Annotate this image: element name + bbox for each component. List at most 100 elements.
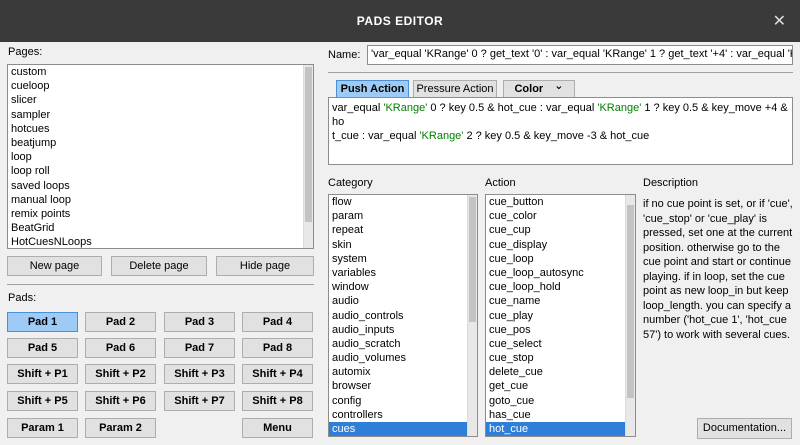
page-list-item[interactable]: loop bbox=[8, 150, 303, 164]
description-line: playing. if in loop, set the cue bbox=[643, 270, 785, 283]
page-list-item[interactable]: loop roll bbox=[8, 164, 303, 178]
pad-button[interactable]: Shift + P4 bbox=[242, 364, 313, 384]
page-list-item[interactable]: sampler bbox=[8, 108, 303, 122]
divider bbox=[7, 284, 314, 285]
page-list-item[interactable]: saved loops bbox=[8, 179, 303, 193]
pad-button[interactable]: Pad 5 bbox=[7, 338, 78, 358]
category-scroll-thumb[interactable] bbox=[469, 197, 476, 322]
category-list-item[interactable]: controllers bbox=[329, 408, 467, 422]
page-list-item[interactable]: slicer bbox=[8, 93, 303, 107]
category-list-item[interactable]: variables bbox=[329, 266, 467, 280]
action-list-item[interactable]: cue_display bbox=[486, 238, 625, 252]
category-list-item[interactable]: flow bbox=[329, 195, 467, 209]
action-list-item[interactable]: cue_pos bbox=[486, 323, 625, 337]
page-list-item[interactable]: manual loop bbox=[8, 193, 303, 207]
category-list-item[interactable]: window bbox=[329, 280, 467, 294]
documentation-button[interactable]: Documentation... bbox=[697, 418, 792, 439]
description-line: position. otherwise go to the bbox=[643, 241, 780, 254]
action-list-item[interactable]: cue_loop bbox=[486, 252, 625, 266]
action-scrollbar[interactable] bbox=[625, 195, 635, 436]
pad-button[interactable]: Shift + P8 bbox=[242, 391, 313, 411]
category-scrollbar[interactable] bbox=[467, 195, 477, 436]
delete-page-button[interactable]: Delete page bbox=[111, 256, 207, 276]
param-button[interactable]: Param 1 bbox=[7, 418, 78, 438]
page-list-item[interactable]: hotcues bbox=[8, 122, 303, 136]
title-bar: PADS EDITOR ✕ bbox=[0, 0, 800, 42]
description-line: loop_length. you can specify a bbox=[643, 299, 791, 312]
pad-button[interactable]: Shift + P6 bbox=[85, 391, 156, 411]
description-line: if no cue point is set, or if 'cue', bbox=[643, 198, 793, 210]
action-list-item[interactable]: cue_select bbox=[486, 337, 625, 351]
category-list-item[interactable]: audio_inputs bbox=[329, 323, 467, 337]
pad-button[interactable]: Pad 3 bbox=[164, 312, 235, 332]
category-list-item[interactable]: skin bbox=[329, 238, 467, 252]
description-line: pressed, set one at the current bbox=[643, 227, 793, 239]
action-list-item[interactable]: cue_name bbox=[486, 294, 625, 308]
category-list-item[interactable]: cues bbox=[329, 422, 467, 436]
action-list-item[interactable]: cue_color bbox=[486, 209, 625, 223]
script-line-2: t_cue : var_equal 'KRange' 2 ? key 0.5 &… bbox=[332, 130, 650, 142]
action-list-item[interactable]: cue_loop_hold bbox=[486, 280, 625, 294]
color-dropdown-label: Color bbox=[514, 83, 544, 95]
pad-button[interactable]: Pad 1 bbox=[7, 312, 78, 332]
category-label: Category bbox=[328, 177, 373, 189]
action-list-item[interactable]: cue_loop_autosync bbox=[486, 266, 625, 280]
description-text: if no cue point is set, or if 'cue', 'cue… bbox=[643, 197, 795, 342]
pad-button[interactable]: Shift + P3 bbox=[164, 364, 235, 384]
category-list-item[interactable]: browser bbox=[329, 379, 467, 393]
pad-button[interactable]: Pad 6 bbox=[85, 338, 156, 358]
pad-button[interactable]: Pad 8 bbox=[242, 338, 313, 358]
page-list-item[interactable]: remix points bbox=[8, 207, 303, 221]
hide-page-button[interactable]: Hide page bbox=[216, 256, 314, 276]
pad-button[interactable]: Shift + P2 bbox=[85, 364, 156, 384]
action-list-item[interactable]: cue_play bbox=[486, 309, 625, 323]
pad-button[interactable]: Pad 4 bbox=[242, 312, 313, 332]
action-list-item[interactable]: cue_cup bbox=[486, 223, 625, 237]
name-field[interactable]: 'var_equal 'KRange' 0 ? get_text '0' : v… bbox=[367, 45, 793, 65]
category-list-item[interactable]: audio_controls bbox=[329, 309, 467, 323]
close-icon[interactable]: ✕ bbox=[773, 11, 786, 31]
action-list-item[interactable]: hot_cue bbox=[486, 422, 625, 436]
description-line: 57') to work with several cues. bbox=[643, 328, 790, 341]
pages-scrollbar[interactable] bbox=[303, 65, 313, 248]
pad-button[interactable]: Shift + P5 bbox=[7, 391, 78, 411]
param-button[interactable]: Param 2 bbox=[85, 418, 156, 438]
pad-button[interactable]: Shift + P7 bbox=[164, 391, 235, 411]
page-list-item[interactable]: BeatGrid bbox=[8, 221, 303, 235]
action-scroll-thumb[interactable] bbox=[627, 205, 634, 398]
new-page-button[interactable]: New page bbox=[7, 256, 102, 276]
pad-button[interactable]: Pad 2 bbox=[85, 312, 156, 332]
page-list-item[interactable]: beatjump bbox=[8, 136, 303, 150]
menu-button[interactable]: Menu bbox=[242, 418, 313, 438]
page-list-item[interactable]: cueloop bbox=[8, 79, 303, 93]
description-line: number ('hot_cue 1', 'hot_cue bbox=[643, 314, 787, 326]
pages-scroll-thumb[interactable] bbox=[305, 67, 312, 222]
category-list-item[interactable]: param bbox=[329, 209, 467, 223]
window-title: PADS EDITOR bbox=[356, 14, 444, 28]
chevron-down-icon: ⌄ bbox=[554, 80, 564, 92]
action-list-item[interactable]: delete_cue bbox=[486, 365, 625, 379]
action-list-item[interactable]: cue_button bbox=[486, 195, 625, 209]
action-list-item[interactable]: cue_stop bbox=[486, 351, 625, 365]
pad-button[interactable]: Pad 7 bbox=[164, 338, 235, 358]
category-list-item[interactable]: audio_scratch bbox=[329, 337, 467, 351]
script-line-1: var_equal 'KRange' 0 ? key 0.5 & hot_cue… bbox=[332, 102, 788, 128]
pad-button[interactable]: Shift + P1 bbox=[7, 364, 78, 384]
page-list-item[interactable]: HotCuesNLoops bbox=[8, 235, 303, 248]
action-list-item[interactable]: get_cue bbox=[486, 379, 625, 393]
category-list-item[interactable]: audio bbox=[329, 294, 467, 308]
action-list-item[interactable]: has_cue bbox=[486, 408, 625, 422]
pages-list[interactable]: custom cueloop slicer sampler hotcues beatjum… bbox=[7, 64, 314, 249]
category-list-item[interactable]: automix bbox=[329, 365, 467, 379]
category-list-item[interactable]: system bbox=[329, 252, 467, 266]
page-list-item[interactable]: custom bbox=[8, 65, 303, 79]
action-script-editor[interactable]: var_equal 'KRange' 0 ? key 0.5 & hot_cue… bbox=[328, 97, 793, 165]
category-list-item[interactable]: audio_volumes bbox=[329, 351, 467, 365]
category-list-item[interactable]: config bbox=[329, 394, 467, 408]
action-list[interactable]: cue_button cue_color cue_cup cue_display cue… bbox=[485, 194, 636, 437]
category-list-item[interactable]: repeat bbox=[329, 223, 467, 237]
name-label: Name: bbox=[328, 49, 361, 61]
category-list[interactable]: flow param repeat skin system variables window… bbox=[328, 194, 478, 437]
description-line: cue point and start or continue bbox=[643, 256, 791, 268]
action-list-item[interactable]: goto_cue bbox=[486, 394, 625, 408]
